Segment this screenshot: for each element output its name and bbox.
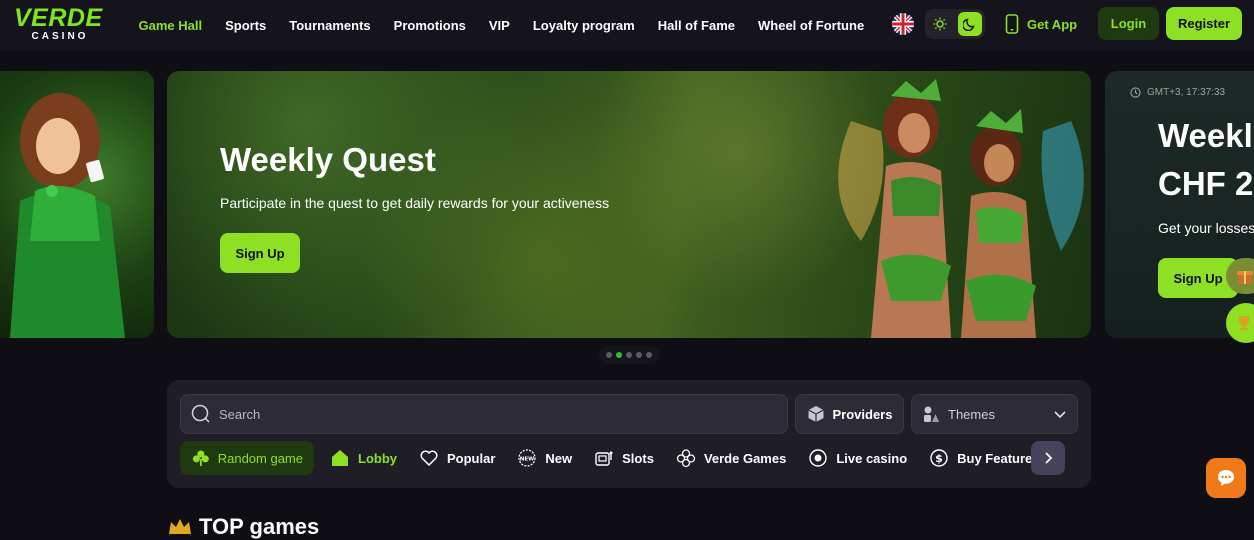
banner-next[interactable]: GMT+3, 17:37:33 Weekl CHF 2 Get your los… <box>1105 71 1254 338</box>
get-app-link[interactable]: Get App <box>1005 11 1077 37</box>
carousel-dot[interactable] <box>616 352 622 358</box>
nav-sports[interactable]: Sports <box>214 18 278 33</box>
themes-label: Themes <box>948 406 995 422</box>
shapes-icon <box>924 406 939 422</box>
banner-weekly-quest[interactable]: Weekly Quest Participate in the quest to… <box>167 71 1091 338</box>
heart-icon <box>420 450 438 467</box>
chat-bubble-icon <box>1218 470 1234 486</box>
cube-icon <box>807 406 824 422</box>
carousel-dot[interactable] <box>636 352 642 358</box>
category-label: Random game <box>217 450 303 466</box>
fairies-illustration <box>838 79 1084 338</box>
categories-next-button[interactable] <box>1031 441 1065 475</box>
new-badge-icon: NEW <box>518 449 537 467</box>
logo-main-text: VERDE <box>14 4 103 32</box>
nav-loyalty-program[interactable]: Loyalty program <box>521 18 646 33</box>
logo-sub-text: CASINO <box>31 31 89 42</box>
category-label: Lobby <box>358 450 397 466</box>
next-banner-description: Get your losses <box>1158 220 1254 236</box>
home-icon <box>332 450 348 466</box>
category-popular[interactable]: Popular <box>408 441 506 475</box>
crown-icon <box>169 519 191 534</box>
carousel-pagination <box>599 346 659 364</box>
search-icon <box>191 404 210 423</box>
live-icon <box>809 449 828 467</box>
svg-text:NEW: NEW <box>520 457 534 463</box>
top-header: VERDE CASINO Game Hall Sports Tournament… <box>0 0 1254 50</box>
theme-toggle <box>925 9 985 39</box>
login-button[interactable]: Login <box>1098 7 1159 40</box>
category-label: Popular <box>447 450 496 466</box>
banner-previous[interactable] <box>0 71 154 338</box>
svg-text:$: $ <box>935 452 943 465</box>
carousel-dot[interactable] <box>626 352 632 358</box>
site-logo[interactable]: VERDE CASINO <box>14 4 103 43</box>
nav-vip[interactable]: VIP <box>477 18 521 33</box>
register-button[interactable]: Register <box>1166 7 1242 40</box>
top-games-title: TOP games <box>199 514 320 539</box>
next-banner-title-line1: Weekl <box>1158 117 1253 154</box>
get-app-label: Get App <box>1027 16 1078 32</box>
moon-icon[interactable] <box>958 12 982 36</box>
category-random-game[interactable]: Random game <box>180 441 314 475</box>
fairy-illustration <box>10 93 125 338</box>
category-label: Slots <box>622 450 654 466</box>
category-label: New <box>545 450 573 466</box>
banner-title: Weekly Quest <box>220 141 436 178</box>
carousel-dot[interactable] <box>606 352 612 358</box>
games-filter-panel: Providers Themes Random game Lobby Popul… <box>167 380 1091 488</box>
support-chat-button[interactable] <box>1206 458 1246 498</box>
next-banner-title-line2: CHF 2 <box>1158 165 1254 202</box>
nav-promotions[interactable]: Promotions <box>382 18 477 33</box>
chevron-down-icon <box>1054 411 1066 419</box>
nav-tournaments[interactable]: Tournaments <box>278 18 382 33</box>
providers-button[interactable]: Providers <box>795 394 904 434</box>
carousel-dot[interactable] <box>646 352 652 358</box>
category-verde-games[interactable]: Verde Games <box>665 441 797 475</box>
dollar-coin-icon: $ <box>930 449 948 467</box>
search-input[interactable] <box>217 405 781 423</box>
gift-floating-button[interactable] <box>1226 258 1254 294</box>
clover-icon <box>192 450 209 466</box>
clover-outline-icon <box>676 449 696 468</box>
server-time: GMT+3, 17:37:33 <box>1130 87 1225 98</box>
category-live-casino[interactable]: Live casino <box>797 441 918 475</box>
category-label: Live casino <box>836 450 908 466</box>
nav-hall-of-fame[interactable]: Hall of Fame <box>646 18 746 33</box>
category-buy-feature[interactable]: $ Buy Feature <box>918 441 1043 475</box>
category-label: Verde Games <box>703 450 787 466</box>
phone-icon <box>1005 14 1019 34</box>
chevron-right-icon <box>1045 452 1053 464</box>
nav-game-hall[interactable]: Game Hall <box>127 18 214 33</box>
banner-sign-up-button[interactable]: Sign Up <box>220 233 300 273</box>
category-lobby[interactable]: Lobby <box>314 441 408 475</box>
server-time-text: GMT+3, 17:37:33 <box>1147 87 1226 98</box>
main-nav: Game Hall Sports Tournaments Promotions … <box>127 0 876 50</box>
nav-wheel-of-fortune[interactable]: Wheel of Fortune <box>747 18 876 33</box>
category-label: Buy Feature <box>957 450 1033 466</box>
uk-flag-icon[interactable] <box>892 13 914 35</box>
clock-icon <box>1130 87 1141 98</box>
top-games-heading: TOP games <box>167 514 319 540</box>
category-new[interactable]: NEW New <box>506 441 583 475</box>
themes-dropdown[interactable]: Themes <box>911 394 1078 434</box>
trophy-icon <box>1239 316 1249 330</box>
providers-label: Providers <box>832 406 893 422</box>
gift-icon <box>1237 271 1253 284</box>
category-slots[interactable]: Slots <box>583 441 665 475</box>
category-tabs: Random game Lobby Popular NEW New Slots … <box>180 441 1080 475</box>
search-box <box>180 394 788 434</box>
sun-icon[interactable] <box>928 12 952 36</box>
banner-description: Participate in the quest to get daily re… <box>220 195 610 211</box>
slot-machine-icon <box>595 451 613 466</box>
